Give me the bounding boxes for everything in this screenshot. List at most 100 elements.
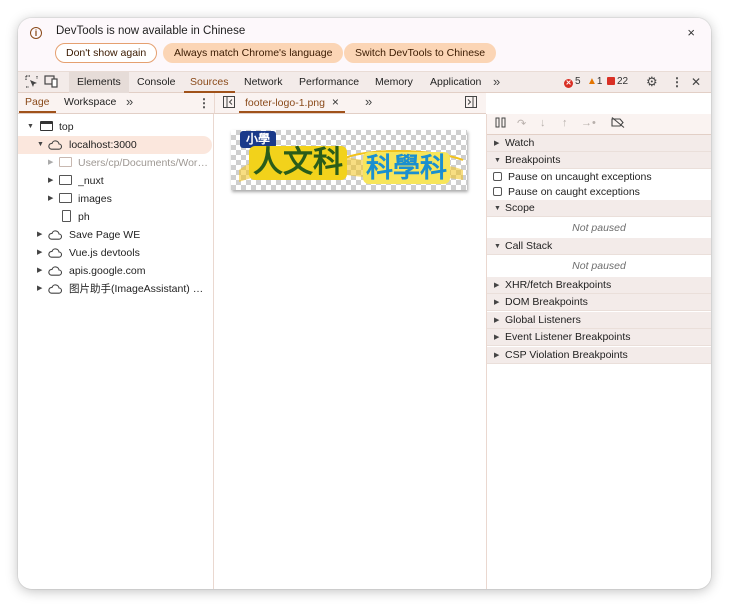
section-label: Breakpoints [505,154,561,166]
editor-tab-bar: footer-logo-1.png × » [215,93,486,114]
inspect-icon[interactable] [25,75,38,91]
scope-not-paused: Not paused [572,222,626,234]
tab-application[interactable]: Application [424,72,487,93]
cloud-icon [48,140,62,150]
section-call-stack[interactable]: ▼ Call Stack [487,238,711,255]
navigator-menu-icon[interactable]: ⋮ [198,96,210,110]
section-csp-violation-breakpoints[interactable]: ▶ CSP Violation Breakpoints [487,347,711,364]
more-tabs-icon[interactable]: » [493,74,500,89]
issues-counter[interactable]: 22 [607,76,628,87]
collapsed-arrow-icon: ▶ [494,334,500,341]
collapsed-arrow-icon[interactable]: ▶ [48,154,53,172]
step-out-icon[interactable]: ↑ [562,117,568,129]
deactivate-breakpoints-icon[interactable] [611,117,625,131]
tab-memory[interactable]: Memory [369,72,419,93]
tree-item-label: Vue.js devtools [69,247,140,259]
debugger-pane: ↷ ↓ ↑ →• ▶ Watch ▼ Breakpoints Pause on un… [486,114,711,589]
tree-item-nuxt[interactable]: ▶ _nuxt [18,172,212,190]
section-label: Global Listeners [505,314,581,326]
navigator-more-icon[interactable]: » [126,94,133,109]
collapsed-arrow-icon[interactable]: ▶ [48,190,53,208]
tree-item-users-folder[interactable]: ▶ Users/cp/Documents/Work... [18,154,212,172]
tab-performance[interactable]: Performance [293,72,365,93]
footer-logo-preview: 小學 人文科 科學科 [231,130,467,190]
section-xhr-breakpoints[interactable]: ▶ XHR/fetch Breakpoints [487,277,711,294]
checkbox[interactable] [493,187,502,196]
pause-uncaught-checkbox[interactable]: Pause on uncaught exceptions [493,170,652,185]
navigator-tab-bar: Page Workspace » ⋮ [18,93,215,114]
step-into-icon[interactable]: ↓ [540,117,546,129]
dont-show-again-button[interactable]: Don't show again [55,43,158,63]
tree-item-ph[interactable]: ph [18,208,212,226]
section-dom-breakpoints[interactable]: ▶ DOM Breakpoints [487,294,711,311]
tab-page[interactable]: Page [19,93,56,113]
tab-sources[interactable]: Sources [184,72,235,93]
collapsed-arrow-icon: ▶ [494,352,500,359]
collapsed-arrow-icon: ▶ [494,299,500,306]
tree-item-label: _nuxt [78,175,104,187]
toggle-navigator-icon[interactable] [223,96,235,111]
tree-item-image-assistant[interactable]: ▶ 图片助手(ImageAssistant) 批... [18,280,212,298]
tree-item-label: localhost:3000 [69,139,137,151]
collapsed-arrow-icon[interactable]: ▶ [37,244,42,262]
section-scope[interactable]: ▼ Scope [487,200,711,217]
expanded-arrow-icon[interactable]: ▼ [37,136,44,154]
always-match-language-button[interactable]: Always match Chrome's language [163,43,344,63]
debugger-toolbar: ↷ ↓ ↑ →• [487,114,711,135]
tree-item-localhost[interactable]: ▼ localhost:3000 [18,136,212,154]
section-global-listeners[interactable]: ▶ Global Listeners [487,312,711,329]
warnings-counter[interactable]: ▲1 [587,76,602,87]
section-label: Event Listener Breakpoints [505,331,631,343]
tree-item-vue-devtools[interactable]: ▶ Vue.js devtools [18,244,212,262]
tree-item-apis-google[interactable]: ▶ apis.google.com [18,262,212,280]
step-icon[interactable]: →• [581,117,596,129]
kebab-menu-icon[interactable]: ⋮ [671,75,683,89]
tab-workspace[interactable]: Workspace [58,93,122,113]
pause-icon[interactable] [495,117,507,131]
section-label: CSP Violation Breakpoints [505,349,628,361]
device-toolbar-icon[interactable] [44,75,59,91]
switch-to-chinese-button[interactable]: Switch DevTools to Chinese [344,43,497,63]
checkbox-label: Pause on uncaught exceptions [508,171,652,183]
infobar-close-button[interactable]: × [687,25,695,40]
expanded-arrow-icon: ▼ [494,205,501,212]
collapsed-arrow-icon[interactable]: ▶ [48,172,53,190]
collapsed-arrow-icon[interactable]: ▶ [37,280,42,298]
gear-icon[interactable]: ⚙ [646,74,658,90]
errors-counter[interactable]: ✕ 5 [564,76,581,88]
navigator-pane: ▼ top ▼ localhost:3000 ▶ Users/cp/Docume… [18,114,214,589]
section-watch[interactable]: ▶ Watch [487,135,711,152]
tree-item-top[interactable]: ▼ top [18,118,212,136]
errors-count: 5 [575,76,581,87]
tree-item-images[interactable]: ▶ images [18,190,212,208]
pause-caught-checkbox[interactable]: Pause on caught exceptions [493,185,640,200]
error-icon: ✕ [564,79,573,88]
infobar-message: DevTools is now available in Chinese [56,25,246,37]
section-event-listener-breakpoints[interactable]: ▶ Event Listener Breakpoints [487,329,711,346]
tab-network[interactable]: Network [238,72,289,93]
main-tab-bar: Elements Console Sources Network Perform… [18,71,711,93]
open-file-tab[interactable]: footer-logo-1.png × [239,93,345,113]
close-file-icon[interactable]: × [332,95,339,109]
tree-item-save-page-we[interactable]: ▶ Save Page WE [18,226,212,244]
issues-count: 22 [617,76,629,87]
tab-elements[interactable]: Elements [69,72,129,93]
collapsed-arrow-icon[interactable]: ▶ [37,226,42,244]
collapsed-arrow-icon: ▶ [494,140,500,147]
checkbox[interactable] [493,172,502,181]
folder-icon [59,193,72,203]
step-over-icon[interactable]: ↷ [517,117,526,130]
collapsed-arrow-icon[interactable]: ▶ [37,262,42,280]
collapsed-arrow-icon: ▶ [494,282,500,289]
cloud-icon [48,284,62,294]
tab-console[interactable]: Console [131,72,182,93]
folder-icon [59,175,72,185]
collapsed-arrow-icon: ▶ [494,317,500,324]
section-breakpoints[interactable]: ▼ Breakpoints [487,152,711,169]
warning-icon: ▲ [587,76,597,87]
toggle-debugger-icon[interactable] [465,96,477,111]
expanded-arrow-icon[interactable]: ▼ [27,118,34,136]
editor-more-icon[interactable]: » [365,94,372,109]
close-devtools-icon[interactable]: ✕ [691,75,701,89]
cloud-icon [48,266,62,276]
